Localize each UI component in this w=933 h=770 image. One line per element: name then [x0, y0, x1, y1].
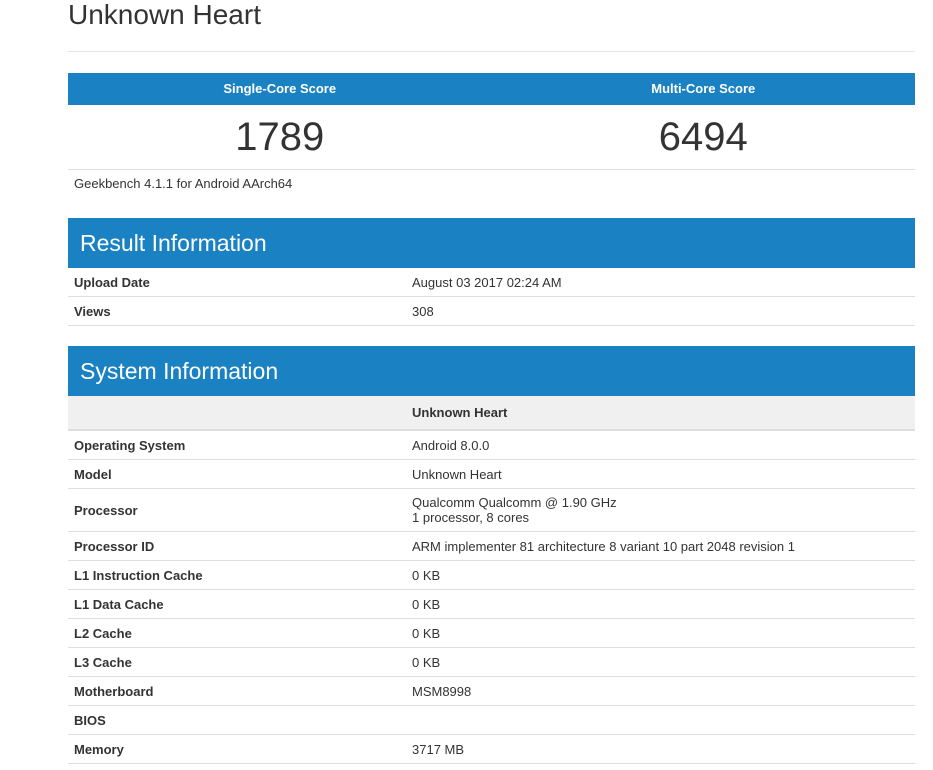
result-information-table: Upload Date August 03 2017 02:24 AM View…	[68, 268, 915, 326]
page-title: Unknown Heart	[68, 0, 261, 30]
table-row: Views 308	[68, 296, 915, 326]
l1-instruction-cache-label: L1 Instruction Cache	[68, 560, 406, 590]
table-row: Model Unknown Heart	[68, 459, 915, 489]
l1-data-cache-label: L1 Data Cache	[68, 589, 406, 619]
table-row: Operating System Android 8.0.0	[68, 430, 915, 460]
score-table: Single-Core Score Multi-Core Score 1789 …	[68, 73, 915, 170]
system-column-title: Unknown Heart	[406, 396, 915, 431]
motherboard-label: Motherboard	[68, 676, 406, 706]
upload-date-value: August 03 2017 02:24 AM	[406, 268, 915, 297]
table-row: L1 Instruction Cache 0 KB	[68, 560, 915, 590]
l1-data-cache-value: 0 KB	[406, 589, 915, 619]
processor-cores: 1 processor, 8 cores	[412, 510, 530, 525]
system-information-header: System Information	[68, 346, 915, 396]
system-information-table: Unknown Heart Operating System Android 8…	[68, 396, 915, 764]
l3-cache-label: L3 Cache	[68, 647, 406, 677]
processor-id-label: Processor ID	[68, 531, 406, 561]
single-core-score-label: Single-Core Score	[223, 81, 337, 96]
processor-value: Qualcomm Qualcomm @ 1.90 GHz 1 processor…	[406, 488, 915, 532]
motherboard-value: MSM8998	[406, 676, 915, 706]
table-row: Upload Date August 03 2017 02:24 AM	[68, 268, 915, 297]
system-table-subheader: Unknown Heart	[68, 396, 915, 431]
table-row: Processor Qualcomm Qualcomm @ 1.90 GHz 1…	[68, 488, 915, 532]
operating-system-label: Operating System	[68, 430, 406, 460]
operating-system-value: Android 8.0.0	[406, 430, 915, 460]
table-row: L2 Cache 0 KB	[68, 618, 915, 648]
multi-core-score-label: Multi-Core Score	[651, 81, 756, 96]
l3-cache-value: 0 KB	[406, 647, 915, 677]
title-divider	[68, 51, 915, 52]
model-label: Model	[68, 459, 406, 489]
score-values-row: 1789 6494	[68, 105, 915, 170]
views-value: 308	[406, 296, 915, 326]
table-row: L1 Data Cache 0 KB	[68, 589, 915, 619]
multi-core-score-value: 6494	[658, 115, 748, 159]
l2-cache-label: L2 Cache	[68, 618, 406, 648]
l2-cache-value: 0 KB	[406, 618, 915, 648]
views-label: Views	[68, 296, 406, 326]
single-core-score-value: 1789	[235, 115, 325, 159]
table-row: Memory 3717 MB	[68, 734, 915, 764]
table-row: Motherboard MSM8998	[68, 676, 915, 706]
table-row: L3 Cache 0 KB	[68, 647, 915, 677]
subheader-empty-cell	[68, 396, 406, 431]
processor-label: Processor	[68, 488, 406, 532]
processor-name: Qualcomm Qualcomm @ 1.90 GHz	[412, 495, 617, 510]
l1-instruction-cache-value: 0 KB	[406, 560, 915, 590]
benchmark-version: Geekbench 4.1.1 for Android AArch64	[74, 176, 293, 191]
memory-value: 3717 MB	[406, 734, 915, 764]
upload-date-label: Upload Date	[68, 268, 406, 297]
bios-value	[406, 705, 915, 735]
bios-label: BIOS	[68, 705, 406, 735]
memory-label: Memory	[68, 734, 406, 764]
table-row: BIOS	[68, 705, 915, 735]
benchmark-page: Unknown Heart Single-Core Score Multi-Co…	[0, 0, 933, 770]
processor-id-value: ARM implementer 81 architecture 8 varian…	[406, 531, 915, 561]
table-row: Processor ID ARM implementer 81 architec…	[68, 531, 915, 561]
result-information-header: Result Information	[68, 218, 915, 268]
score-table-header: Single-Core Score Multi-Core Score	[68, 73, 915, 105]
model-value: Unknown Heart	[406, 459, 915, 489]
